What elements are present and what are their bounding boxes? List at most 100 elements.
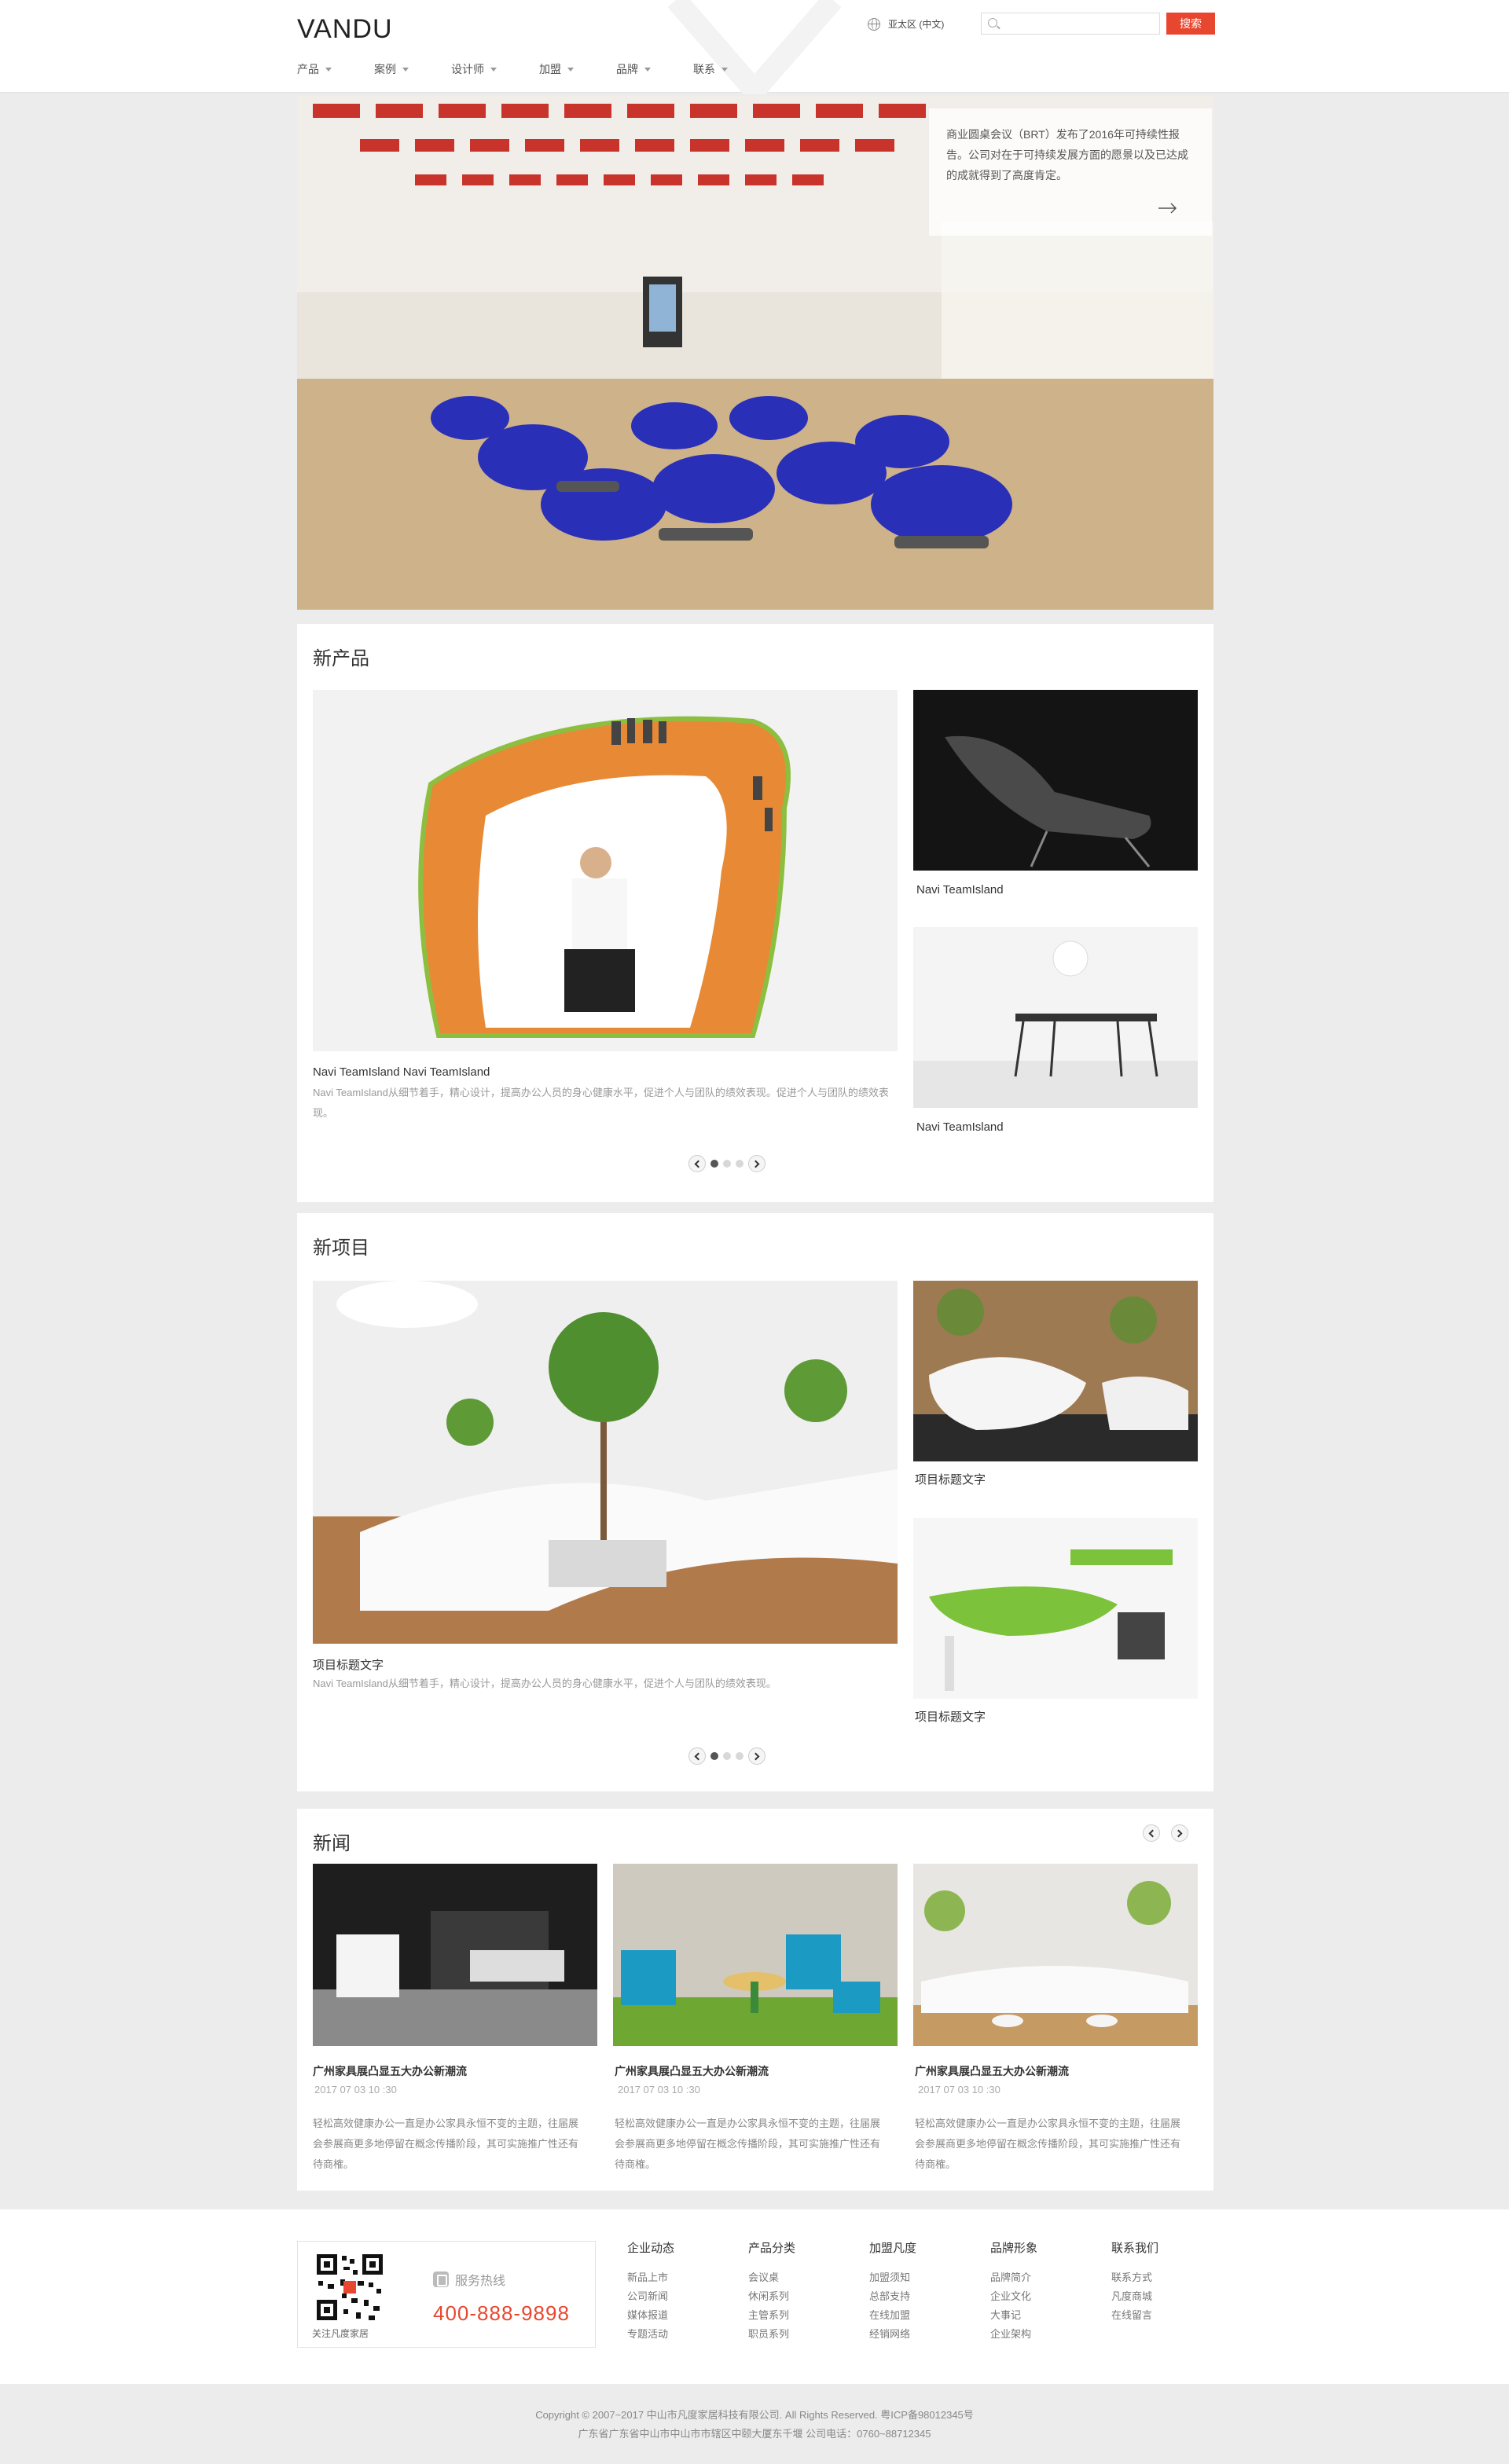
news-panel: 新闻 广州家具展凸显五大办公新潮流 2017 07 03 10 :30 轻松高效… <box>297 1809 1213 2191</box>
chevron-right-icon[interactable] <box>748 1747 766 1765</box>
project-side-caption-1[interactable]: 项目标题文字 <box>915 1471 986 1487</box>
new-products-panel: 新产品 Navi TeamIsland Navi TeamIsland Navi… <box>297 624 1213 1202</box>
footer-link[interactable]: 在线加盟 <box>869 2306 916 2325</box>
chevron-down-icon <box>402 67 409 72</box>
chevron-right-icon[interactable] <box>1171 1824 1188 1842</box>
project-side-image-2[interactable] <box>913 1518 1198 1699</box>
brand-logo[interactable]: VANDU <box>297 14 393 45</box>
footer-link[interactable]: 经销网络 <box>869 2325 916 2344</box>
news-image-3[interactable] <box>913 1864 1198 2046</box>
news-image-1[interactable] <box>313 1864 597 2046</box>
hotline-number[interactable]: 400-888-9898 <box>433 2301 570 2326</box>
region-label: 亚太区 (中文) <box>888 19 945 30</box>
footer-link[interactable]: 媒体报道 <box>627 2306 674 2325</box>
product-main-image[interactable] <box>313 690 898 1051</box>
footer-link[interactable]: 职员系列 <box>748 2325 795 2344</box>
search-icon <box>988 18 997 28</box>
footer-link[interactable]: 品牌简介 <box>990 2268 1037 2287</box>
footer-column-title: 品牌形象 <box>990 2242 1038 2255</box>
carousel-dot[interactable] <box>723 1752 731 1760</box>
chevron-down-icon <box>490 67 497 72</box>
arrow-right-icon[interactable] <box>1158 203 1177 214</box>
search-input[interactable] <box>1004 16 1153 31</box>
news-title-3[interactable]: 广州家具展凸显五大办公新潮流 <box>915 2063 1069 2079</box>
site-footer: 关注凡度家居 服务热线 400-888-9898 企业动态 新品上市 公司新闻 … <box>0 2209 1509 2384</box>
new-projects-panel: 新项目 项目标题文字 Navi TeamIsland从细节着手，精心设计，提高办… <box>297 1213 1213 1791</box>
project-main-caption[interactable]: 项目标题文字 <box>313 1656 384 1673</box>
search-button[interactable]: 搜索 <box>1166 13 1215 35</box>
product-side-caption-1[interactable]: Navi TeamIsland <box>916 883 1004 896</box>
footer-column-title: 企业动态 <box>627 2242 675 2255</box>
news-title-1[interactable]: 广州家具展凸显五大办公新潮流 <box>313 2063 467 2079</box>
qr-caption: 关注凡度家居 <box>312 2328 369 2339</box>
carousel-dot[interactable] <box>736 1160 743 1168</box>
hero-text-overlay: 商业圆桌会议（BRT）发布了2016年可持续性报告。公司对在于可持续发展方面的愿… <box>929 108 1212 236</box>
nav-item-products[interactable]: 产品 <box>297 61 332 77</box>
copyright-line: Copyright © 2007~2017 中山市凡度家居科技有限公司. All… <box>535 2409 974 2421</box>
project-side-caption-2[interactable]: 项目标题文字 <box>915 1708 986 1725</box>
phone-icon <box>433 2272 449 2287</box>
footer-link[interactable]: 会议桌 <box>748 2268 795 2287</box>
copyright-bar: Copyright © 2007~2017 中山市凡度家居科技有限公司. All… <box>0 2384 1509 2464</box>
nav-item-brand[interactable]: 品牌 <box>616 61 651 77</box>
main-nav: 产品 案例 设计师 加盟 品牌 联系 <box>297 61 770 77</box>
news-title-2[interactable]: 广州家具展凸显五大办公新潮流 <box>615 2063 769 2079</box>
footer-link[interactable]: 主管系列 <box>748 2306 795 2325</box>
footer-column-brand: 品牌形象 品牌简介 企业文化 大事记 企业架构 <box>990 2239 1037 2344</box>
chevron-left-icon[interactable] <box>1143 1824 1160 1842</box>
nav-item-franchise[interactable]: 加盟 <box>539 61 574 77</box>
news-pager <box>1143 1824 1188 1842</box>
chevron-down-icon <box>721 67 728 72</box>
product-side-image-1[interactable] <box>913 690 1198 871</box>
chevron-down-icon <box>325 67 332 72</box>
region-selector[interactable]: 亚太区 (中文) <box>868 17 944 31</box>
footer-link[interactable]: 大事记 <box>990 2306 1037 2325</box>
project-main-image[interactable] <box>313 1281 898 1644</box>
section-title: 新闻 <box>313 1833 351 1854</box>
news-body-1: 轻松高效健康办公一直是办公家具永恒不变的主题，往届展会参展商更多地停留在概念传播… <box>313 2118 579 2170</box>
qr-code-image <box>314 2251 386 2323</box>
footer-link[interactable]: 总部支持 <box>869 2287 916 2306</box>
chevron-down-icon <box>567 67 574 72</box>
footer-link[interactable]: 新品上市 <box>627 2268 674 2287</box>
carousel-dot[interactable] <box>723 1160 731 1168</box>
product-carousel-pager <box>688 1155 766 1172</box>
hotline-card: 关注凡度家居 服务热线 400-888-9898 <box>297 2241 596 2348</box>
product-side-image-2[interactable] <box>913 927 1198 1108</box>
news-date-2: 2017 07 03 10 :30 <box>618 2084 700 2096</box>
footer-column-products: 产品分类 会议桌 休闲系列 主管系列 职员系列 <box>748 2239 795 2344</box>
product-side-caption-2[interactable]: Navi TeamIsland <box>916 1120 1004 1134</box>
footer-link[interactable]: 加盟须知 <box>869 2268 916 2287</box>
project-side-image-1[interactable] <box>913 1281 1198 1461</box>
section-title: 新项目 <box>313 1238 369 1259</box>
nav-item-cases[interactable]: 案例 <box>374 61 409 77</box>
chevron-right-icon[interactable] <box>748 1155 766 1172</box>
nav-item-contact[interactable]: 联系 <box>693 61 728 77</box>
header-watermark-shape <box>667 0 842 94</box>
footer-link[interactable]: 休闲系列 <box>748 2287 795 2306</box>
footer-link[interactable]: 企业文化 <box>990 2287 1037 2306</box>
news-body-3: 轻松高效健康办公一直是办公家具永恒不变的主题，往届展会参展商更多地停留在概念传播… <box>915 2118 1181 2170</box>
chevron-left-icon[interactable] <box>688 1747 706 1765</box>
news-body-2: 轻松高效健康办公一直是办公家具永恒不变的主题，往届展会参展商更多地停留在概念传播… <box>615 2118 881 2170</box>
address-line: 广东省广东省中山市中山市市辖区中颐大厦东千堰 公司电话：0760~8871234… <box>578 2428 931 2440</box>
hero-text: 商业圆桌会议（BRT）发布了2016年可持续性报告。公司对在于可持续发展方面的愿… <box>946 128 1188 182</box>
section-title: 新产品 <box>313 648 369 669</box>
product-main-caption[interactable]: Navi TeamIsland Navi TeamIsland <box>313 1065 490 1079</box>
footer-link[interactable]: 专题活动 <box>627 2325 674 2344</box>
footer-column-news: 企业动态 新品上市 公司新闻 媒体报道 专题活动 <box>627 2239 674 2344</box>
carousel-dot[interactable] <box>736 1752 743 1760</box>
footer-link[interactable]: 联系方式 <box>1111 2268 1158 2287</box>
footer-link[interactable]: 凡度商城 <box>1111 2287 1158 2306</box>
news-date-3: 2017 07 03 10 :30 <box>918 2084 1000 2096</box>
project-carousel-pager <box>688 1747 766 1765</box>
chevron-left-icon[interactable] <box>688 1155 706 1172</box>
carousel-dot[interactable] <box>710 1160 718 1168</box>
footer-link[interactable]: 企业架构 <box>990 2325 1037 2344</box>
footer-column-franchise: 加盟凡度 加盟须知 总部支持 在线加盟 经销网络 <box>869 2239 916 2344</box>
news-image-2[interactable] <box>613 1864 898 2046</box>
footer-link[interactable]: 在线留言 <box>1111 2306 1158 2325</box>
footer-link[interactable]: 公司新闻 <box>627 2287 674 2306</box>
nav-item-designers[interactable]: 设计师 <box>451 61 497 77</box>
carousel-dot[interactable] <box>710 1752 718 1760</box>
